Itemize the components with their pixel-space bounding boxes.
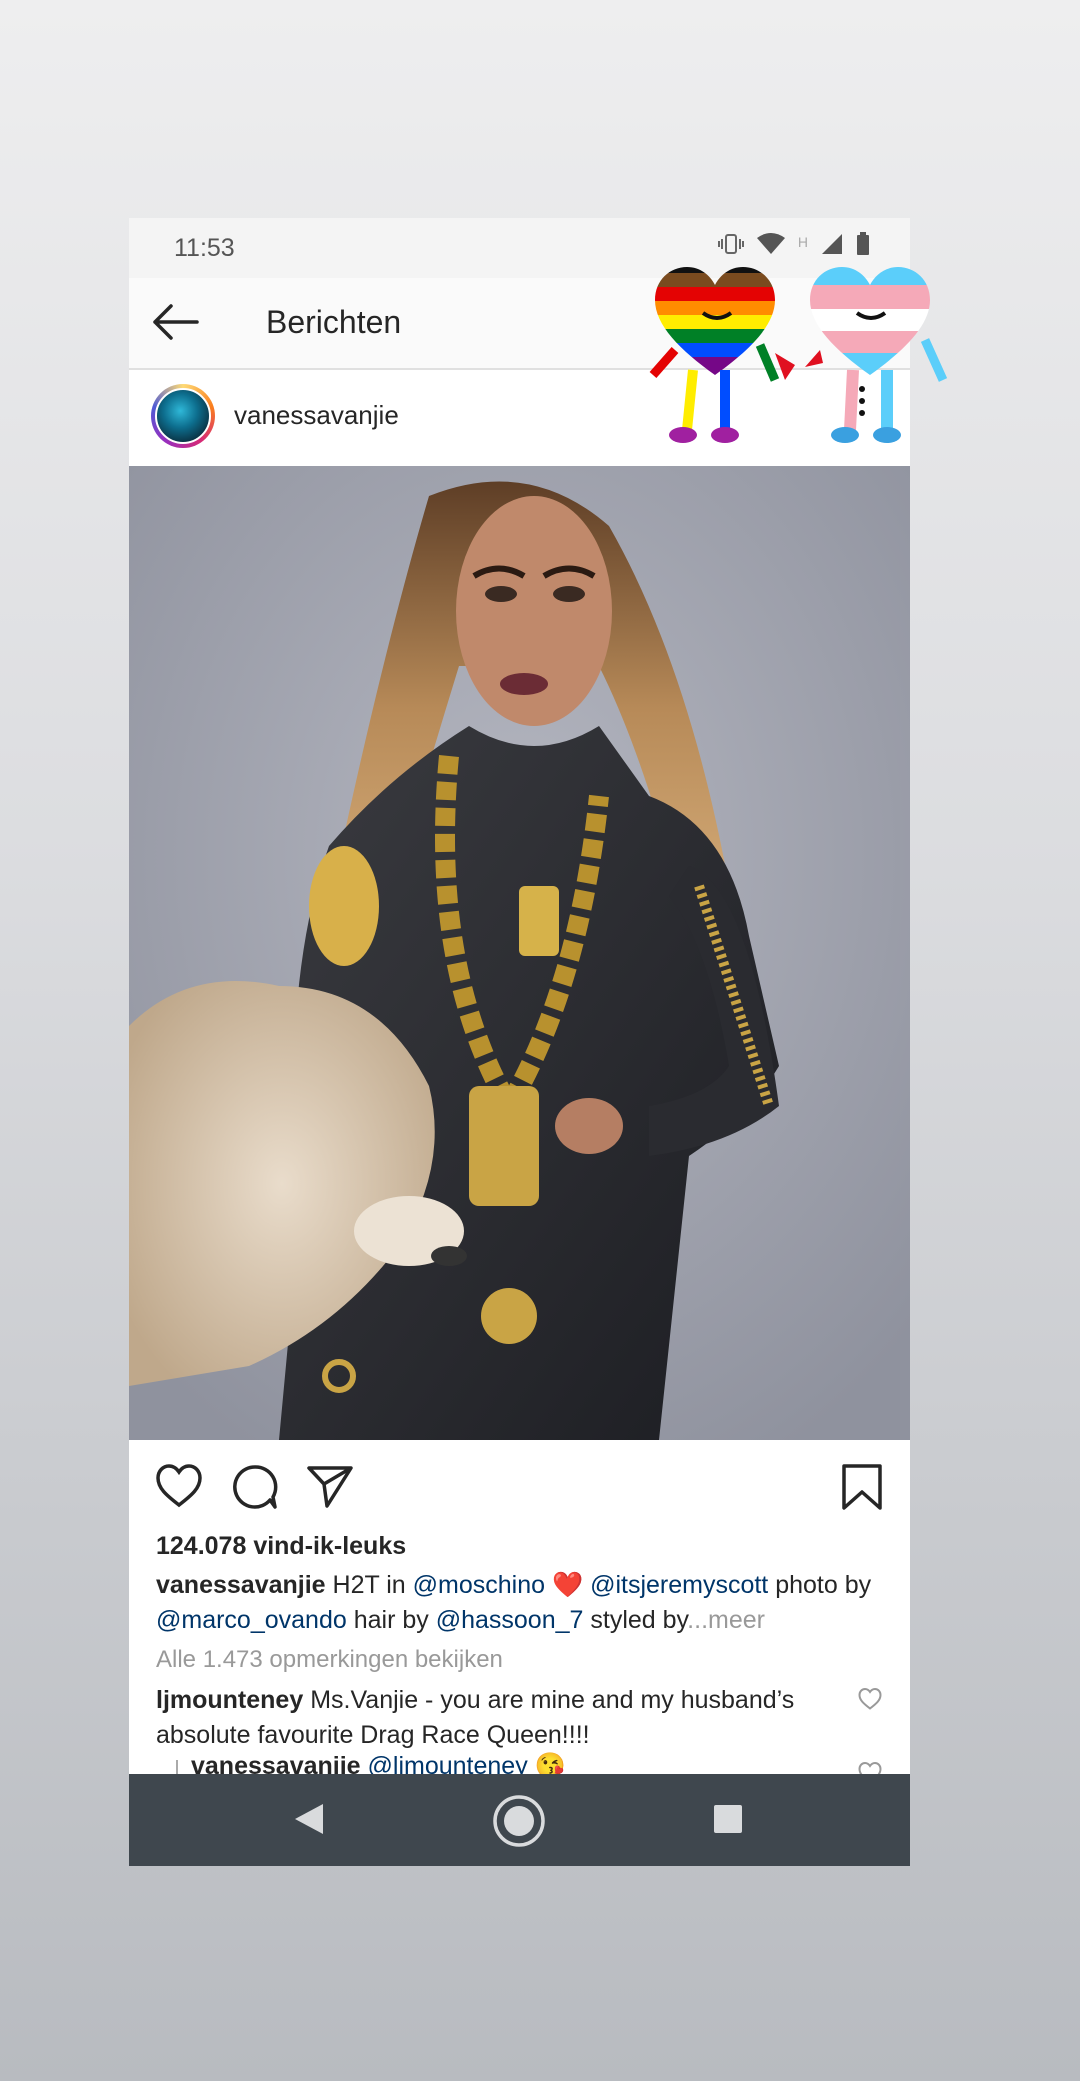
caption-text: H2T in <box>325 1571 413 1599</box>
mention-link[interactable]: @marco_ovando <box>156 1606 347 1634</box>
like-count[interactable]: 124.078 vind-ik-leuks <box>156 1532 406 1561</box>
heart-emoji: ❤️ <box>545 1571 591 1599</box>
android-nav-bar <box>129 1774 910 1866</box>
comment-author[interactable]: ljmounteney <box>156 1686 303 1714</box>
comment-item: ljmounteney Ms.Vanjie - you are mine and… <box>156 1683 836 1753</box>
post-photo[interactable] <box>129 466 910 1440</box>
caption-text: styled by <box>583 1606 688 1634</box>
network-label: H <box>797 233 808 250</box>
mention-link[interactable]: @moschino <box>413 1571 545 1599</box>
mention-link[interactable]: @itsjeremyscott <box>590 1571 768 1599</box>
page-title: Berichten <box>266 304 402 340</box>
post-actions <box>129 1440 910 1536</box>
avatar[interactable] <box>151 384 215 448</box>
caption-text: hair by <box>346 1606 436 1634</box>
view-all-comments-link[interactable]: Alle 1.473 opmerkingen bekijken <box>156 1646 503 1674</box>
post-caption: vanessavanjie H2T in @moschino ❤️ @itsje… <box>156 1568 876 1638</box>
comment-like-icon[interactable] <box>858 1687 882 1715</box>
caption-author[interactable]: vanessavanjie <box>156 1571 326 1599</box>
share-icon[interactable] <box>307 1464 353 1513</box>
nav-recents-icon[interactable] <box>713 1804 743 1839</box>
heart-icon[interactable] <box>156 1464 202 1513</box>
pride-hearts-sticker <box>625 255 955 480</box>
nav-home-icon[interactable] <box>492 1794 546 1853</box>
comment-icon[interactable] <box>232 1464 278 1515</box>
status-time: 11:53 <box>174 234 235 262</box>
nav-back-icon[interactable] <box>293 1802 325 1841</box>
caption-text: photo by <box>768 1571 872 1599</box>
post-username[interactable]: vanessavanjie <box>234 400 399 431</box>
bookmark-icon[interactable] <box>841 1464 883 1515</box>
more-link[interactable]: ...meer <box>687 1606 765 1634</box>
back-arrow-icon[interactable] <box>151 302 199 342</box>
mention-link[interactable]: @hassoon_7 <box>436 1606 584 1634</box>
